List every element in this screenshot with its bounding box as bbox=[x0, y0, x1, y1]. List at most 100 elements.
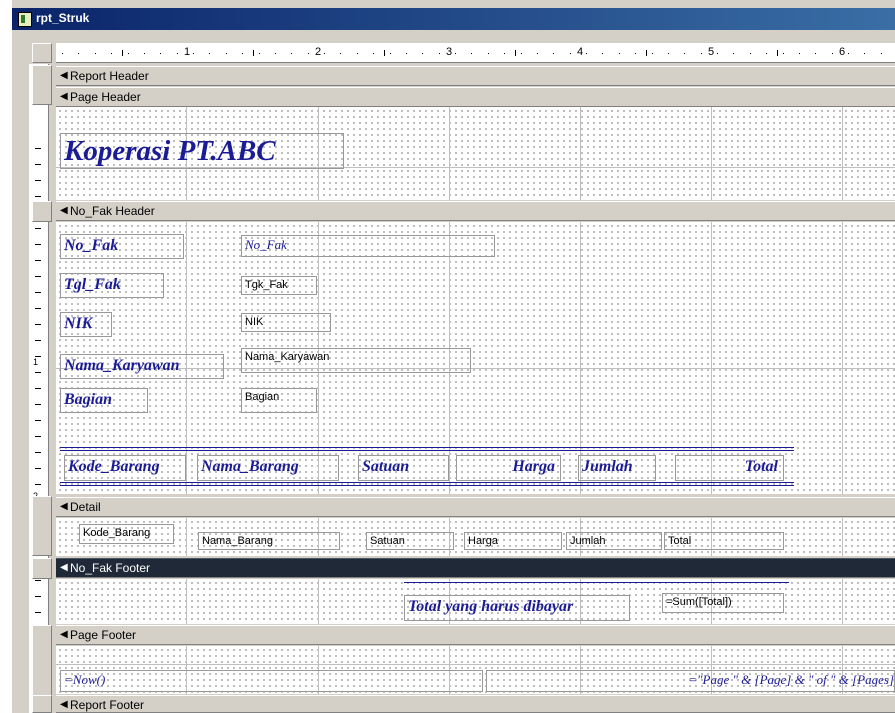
header-bottom-line[interactable] bbox=[60, 482, 794, 483]
report-design-window: rpt_Struk 123456 12 ◀ Report Header ◀ Pa… bbox=[12, 0, 895, 713]
report-title-label[interactable]: Koperasi PT.ABC bbox=[60, 133, 344, 169]
ruler-number: 6 bbox=[839, 46, 846, 58]
vertical-ruler-tick bbox=[35, 180, 41, 181]
vertical-ruler-tick bbox=[35, 420, 41, 421]
section-page-footer[interactable]: =Now() ="Page " & [Page] & " of " & [Pag… bbox=[56, 646, 895, 694]
ruler-dot bbox=[766, 53, 767, 54]
ruler-dot bbox=[504, 53, 505, 54]
ruler-dot bbox=[406, 53, 407, 54]
tgl-fak-textbox[interactable]: Tgk_Fak bbox=[241, 276, 317, 295]
ruler-dot bbox=[373, 53, 374, 54]
report-footer-selector[interactable] bbox=[32, 695, 52, 713]
group-header-selector[interactable] bbox=[32, 201, 52, 222]
total-label[interactable]: Total yang harus dibayar bbox=[404, 595, 630, 621]
vertical-ruler-tick bbox=[35, 612, 41, 613]
detail-jumlah-textbox[interactable]: Jumlah bbox=[566, 532, 662, 550]
band-label: Page Footer bbox=[70, 628, 137, 642]
sum-total-textbox[interactable]: =Sum([Total]) bbox=[662, 593, 784, 613]
ruler-dot bbox=[815, 53, 816, 54]
vertical-ruler-tick bbox=[35, 148, 41, 149]
ruler-dot bbox=[160, 53, 161, 54]
ruler-number: 3 bbox=[446, 46, 453, 58]
section-arrow-icon: ◀ bbox=[60, 629, 68, 640]
band-detail[interactable]: ◀ Detail bbox=[56, 497, 895, 517]
now-date-textbox[interactable]: =Now() bbox=[60, 670, 483, 692]
column-kode-barang-label[interactable]: Kode_Barang bbox=[64, 455, 186, 481]
ruler-dot bbox=[864, 53, 865, 54]
ruler-dot bbox=[324, 53, 325, 54]
detail-satuan-textbox[interactable]: Satuan bbox=[366, 532, 454, 550]
ruler-dot bbox=[619, 53, 620, 54]
band-page-footer[interactable]: ◀ Page Footer bbox=[56, 625, 895, 645]
vertical-ruler-tick bbox=[35, 468, 41, 469]
detail-selector[interactable] bbox=[32, 496, 52, 556]
ruler-dot bbox=[275, 53, 276, 54]
ruler-dot bbox=[471, 53, 472, 54]
ruler-number: 4 bbox=[577, 46, 584, 58]
report-selector[interactable] bbox=[32, 43, 52, 63]
nik-label[interactable]: NIK bbox=[60, 312, 112, 337]
title-bar[interactable]: rpt_Struk bbox=[12, 8, 895, 30]
header-top-line-2[interactable] bbox=[60, 450, 794, 451]
vertical-ruler-tick bbox=[35, 308, 41, 309]
column-nama-barang-label[interactable]: Nama_Barang bbox=[197, 455, 339, 481]
column-total-label[interactable]: Total bbox=[675, 455, 784, 481]
band-no-fak-footer[interactable]: ◀ No_Fak Footer bbox=[56, 558, 895, 578]
detail-total-textbox[interactable]: Total bbox=[664, 532, 784, 550]
group-footer-selector[interactable] bbox=[32, 558, 52, 579]
detail-harga-textbox[interactable]: Harga bbox=[464, 532, 562, 550]
band-no-fak-header[interactable]: ◀ No_Fak Header bbox=[56, 201, 895, 221]
nik-textbox[interactable]: NIK bbox=[241, 313, 331, 332]
ruler-dot bbox=[242, 53, 243, 54]
ruler-dot bbox=[390, 53, 391, 54]
nama-karyawan-label[interactable]: Nama_Karyawan bbox=[60, 354, 224, 379]
ruler-dot bbox=[668, 53, 669, 54]
header-bottom-line-2[interactable] bbox=[60, 485, 794, 486]
ruler-dot bbox=[455, 53, 456, 54]
vertical-ruler-tick bbox=[35, 404, 41, 405]
section-arrow-icon: ◀ bbox=[60, 501, 68, 512]
ruler-dot bbox=[521, 53, 522, 54]
nama-karyawan-textbox[interactable]: Nama_Karyawan bbox=[241, 348, 471, 373]
page-number-textbox[interactable]: ="Page " & [Page] & " of " & [Pages] bbox=[486, 670, 895, 692]
band-report-header[interactable]: ◀ Report Header bbox=[56, 66, 895, 86]
ruler-dot bbox=[799, 53, 800, 54]
ruler-tick bbox=[646, 50, 647, 56]
footer-total-line[interactable] bbox=[404, 582, 789, 583]
vertical-ruler-tick bbox=[35, 436, 41, 437]
ruler-dot bbox=[652, 53, 653, 54]
vertical-ruler-tick bbox=[35, 196, 41, 197]
band-report-footer[interactable]: ◀ Report Footer bbox=[56, 695, 895, 713]
column-satuan-label[interactable]: Satuan bbox=[358, 455, 449, 481]
report-header-selector[interactable] bbox=[32, 65, 52, 105]
section-arrow-icon: ◀ bbox=[60, 699, 68, 710]
vertical-ruler[interactable]: 12 bbox=[29, 64, 49, 713]
bagian-label[interactable]: Bagian bbox=[60, 388, 148, 413]
header-top-line[interactable] bbox=[60, 447, 794, 448]
ruler-tick bbox=[777, 50, 778, 56]
ruler-dot bbox=[291, 53, 292, 54]
section-arrow-icon: ◀ bbox=[60, 562, 68, 573]
section-page-header[interactable]: Koperasi PT.ABC bbox=[56, 107, 895, 200]
section-no-fak-header[interactable]: No_Fak No_Fak Tgl_Fak Tgk_Fak NIK NIK Na… bbox=[56, 222, 895, 494]
ruler-dot bbox=[439, 53, 440, 54]
ruler-dot bbox=[193, 53, 194, 54]
vertical-ruler-tick bbox=[35, 164, 41, 165]
ruler-number: 5 bbox=[708, 46, 715, 58]
detail-nama-barang-textbox[interactable]: Nama_Barang bbox=[198, 532, 340, 550]
section-arrow-icon: ◀ bbox=[60, 70, 68, 81]
section-detail[interactable]: Kode_Barang Nama_Barang Satuan Harga Jum… bbox=[56, 518, 895, 556]
tgl-fak-label[interactable]: Tgl_Fak bbox=[60, 273, 164, 298]
ruler-dot bbox=[684, 53, 685, 54]
column-jumlah-label[interactable]: Jumlah bbox=[578, 455, 656, 481]
column-harga-label[interactable]: Harga bbox=[456, 455, 561, 481]
section-no-fak-footer[interactable]: Total yang harus dibayar =Sum([Total]) bbox=[56, 579, 895, 624]
no-fak-textbox[interactable]: No_Fak bbox=[241, 235, 495, 257]
ruler-dot bbox=[95, 53, 96, 54]
no-fak-label[interactable]: No_Fak bbox=[60, 234, 184, 259]
bagian-textbox[interactable]: Bagian bbox=[241, 388, 317, 413]
horizontal-ruler[interactable]: 1 2 3 4 5 6 bbox=[56, 43, 895, 63]
band-label: Page Header bbox=[70, 90, 141, 104]
band-page-header[interactable]: ◀ Page Header bbox=[56, 87, 895, 107]
detail-kode-barang-textbox[interactable]: Kode_Barang bbox=[79, 524, 174, 544]
